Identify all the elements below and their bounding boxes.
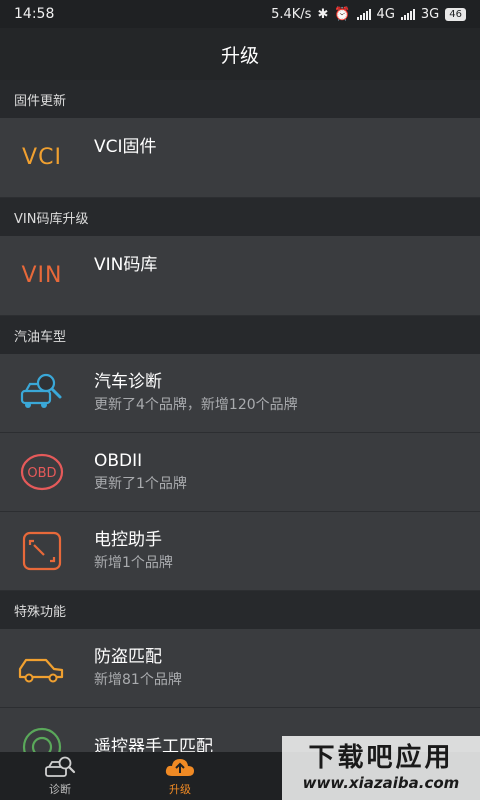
page-title: 升级 — [220, 44, 259, 67]
section-header-vin: VIN码库升级 — [0, 198, 480, 236]
nav-label-upgrade: 升级 — [169, 782, 191, 796]
list-item-obdii[interactable]: OBD OBDII 更新了1个品牌 — [0, 433, 480, 512]
item-title: VIN码库 — [94, 254, 158, 275]
battery-icon: 46 — [445, 7, 466, 21]
section-header-special: 特殊功能 — [0, 591, 480, 629]
item-title: 汽车诊断 — [94, 372, 162, 392]
nav-item-upgrade[interactable]: 升级 — [120, 752, 240, 800]
obd-icon: OBD — [2, 433, 82, 511]
upgrade-cloud-icon — [165, 758, 194, 776]
section-header-gasoline: 汽油车型 — [0, 316, 480, 354]
nav-label-diagnosis: 诊断 — [49, 782, 71, 796]
nav-item-diagnosis[interactable]: 诊断 — [0, 752, 120, 800]
list-item-anti-theft[interactable]: 防盗匹配 新增81个品牌 — [0, 629, 480, 708]
watermark-logo: 下载吧应用 www.xiazaiba.com — [282, 736, 480, 800]
signal-icon-1 — [356, 8, 371, 20]
section-header-firmware: 固件更新 — [0, 80, 480, 118]
network-speed: 5.4K/s — [271, 6, 312, 22]
network-type-2: 3G — [420, 6, 440, 22]
diagnosis-nav-icon — [45, 756, 76, 777]
watermark-cn: 下载吧应用 — [308, 743, 454, 773]
status-time: 14:58 — [14, 6, 55, 22]
item-subtitle: 更新了4个品牌，新增120个品牌 — [94, 397, 298, 413]
anti-theft-car-key-icon — [2, 629, 82, 707]
alarm-icon: ⏰ — [334, 6, 351, 22]
item-subtitle: 更新了1个品牌 — [94, 476, 187, 492]
signal-icon-2 — [400, 8, 415, 20]
title-bar: 升级 — [0, 28, 480, 80]
list-item-vci-firmware[interactable]: VCI VCI固件 — [0, 118, 480, 198]
item-title: OBDII — [94, 451, 143, 471]
vci-icon: VCI — [22, 145, 62, 170]
item-title: 防盗匹配 — [94, 647, 162, 667]
ecu-assistant-icon — [2, 512, 82, 590]
item-subtitle: 新增1个品牌 — [94, 555, 173, 571]
svg-text:OBD: OBD — [27, 466, 56, 481]
bluetooth-icon: ✱ — [317, 6, 329, 22]
vin-icon: VIN — [21, 263, 63, 288]
list-item-vin-library[interactable]: VIN VIN码库 — [0, 236, 480, 316]
network-type-1: 4G — [376, 6, 395, 22]
item-title: 电控助手 — [94, 530, 162, 550]
car-diagnosis-icon — [2, 354, 82, 432]
list-item-car-diagnosis[interactable]: 汽车诊断 更新了4个品牌，新增120个品牌 — [0, 354, 480, 433]
status-icons: 5.4K/s ✱ ⏰ 4G 3G 46 — [271, 7, 466, 22]
status-bar: 14:58 5.4K/s ✱ ⏰ 4G 3G 46 — [0, 0, 480, 28]
item-subtitle: 新增81个品牌 — [94, 672, 182, 688]
item-title: VCI固件 — [94, 136, 157, 157]
upgrade-list: 固件更新 VCI VCI固件 VIN码库升级 VIN VIN码库 汽油车型 汽车… — [0, 80, 480, 787]
watermark-en: www.xiazaiba.com — [302, 774, 460, 792]
list-item-ecu-assistant[interactable]: 电控助手 新增1个品牌 — [0, 512, 480, 591]
